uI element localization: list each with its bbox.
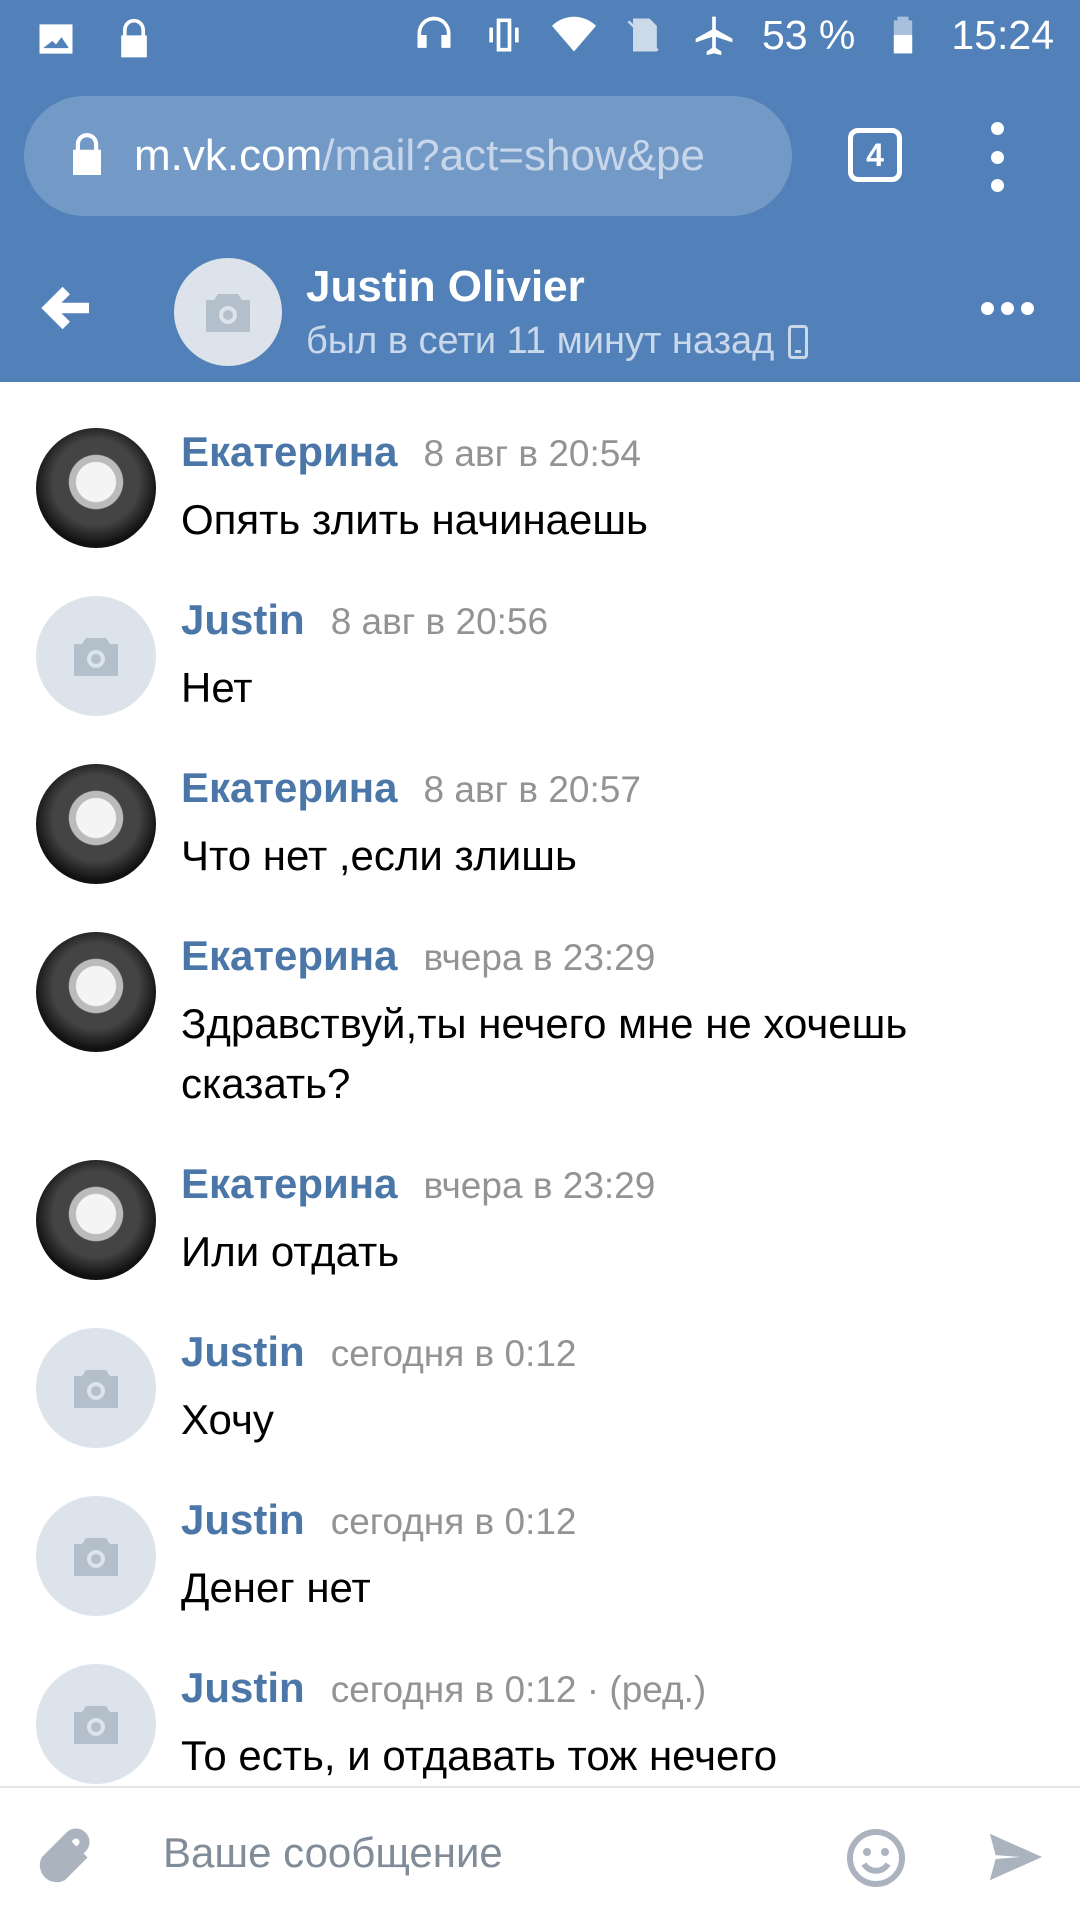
battery-percent: 53 % (761, 11, 856, 58)
avatar[interactable] (174, 258, 282, 366)
smile-icon[interactable] (844, 1826, 908, 1890)
message-author[interactable]: Екатерина (181, 1160, 398, 1208)
message-text: Или отдать (181, 1228, 400, 1275)
message-time: сегодня в 0:12 · (ред.) (330, 1669, 707, 1710)
message-time: 8 авг в 20:56 (330, 601, 549, 642)
paperclip-icon[interactable] (36, 1826, 100, 1890)
message-text: Нет (181, 664, 253, 711)
browser-menu-icon[interactable] (982, 122, 1012, 192)
avatar[interactable] (36, 428, 156, 548)
message-input[interactable] (163, 1818, 803, 1888)
message-text: Что нет ,если злишь (181, 832, 577, 879)
address-bar[interactable]: m.vk.com/mail?act=show&pe (24, 96, 792, 216)
message-list[interactable]: Екатерина 8 авг в 20:54 Опять злить начин… (0, 382, 1080, 1786)
message-text: То есть, и отдавать тож нечего (181, 1732, 778, 1779)
lock-icon (112, 14, 156, 64)
browser-toolbar: m.vk.com/mail?act=show&pe 4 (0, 78, 1080, 240)
message-text: Хочу (181, 1396, 274, 1443)
avatar[interactable] (36, 932, 156, 1052)
avatar[interactable] (36, 1160, 156, 1280)
headphones-icon (412, 10, 456, 60)
url-path: /mail?act=show&pe (322, 131, 705, 180)
message-time: сегодня в 0:12 (330, 1333, 577, 1374)
avatar[interactable] (36, 1664, 156, 1784)
avatar[interactable] (36, 1328, 156, 1448)
camera-icon (74, 1706, 118, 1744)
message-author[interactable]: Justin (181, 1496, 305, 1544)
camera-icon (206, 294, 250, 332)
avatar[interactable] (36, 596, 156, 716)
last-seen-text: был в сети 11 минут назад (306, 320, 775, 362)
battery-icon (881, 10, 925, 60)
tabs-button[interactable]: 4 (848, 128, 902, 182)
message-author[interactable]: Justin (181, 1328, 305, 1376)
message-text: Опять злить начинаешь (181, 496, 648, 543)
contact-name[interactable]: Justin Olivier (306, 262, 585, 312)
lock-icon (70, 132, 104, 180)
clock: 15:24 (951, 11, 1054, 58)
message-time: сегодня в 0:12 (330, 1501, 577, 1542)
message-author[interactable]: Justin (181, 1664, 305, 1712)
avatar[interactable] (36, 1496, 156, 1616)
camera-icon (74, 1370, 118, 1408)
message-author[interactable]: Justin (181, 596, 305, 644)
avatar[interactable] (36, 764, 156, 884)
no-sim-icon (622, 10, 666, 60)
url-text: m.vk.com/mail?act=show&pe (134, 131, 774, 181)
back-arrow-icon[interactable] (40, 280, 104, 344)
mobile-icon (788, 324, 809, 359)
message-composer (0, 1786, 1080, 1920)
contact-status: был в сети 11 минут назад (306, 320, 809, 363)
message-author[interactable]: Екатерина (181, 764, 398, 812)
chat-header: Justin Olivier был в сети 11 минут назад (0, 240, 1080, 382)
message-time: 8 авг в 20:54 (423, 433, 641, 474)
message-text: Здравствуй,ты нечего мне не хочешь сказа… (181, 1000, 908, 1107)
wifi-icon (551, 10, 596, 60)
message-text: Денег нет (181, 1564, 371, 1611)
message-time: вчера в 23:29 (423, 1165, 656, 1206)
status-bar: 53 % 15:24 (0, 0, 1080, 78)
message-time: 8 авг в 20:57 (423, 769, 641, 810)
send-icon[interactable] (984, 1826, 1048, 1890)
message-author[interactable]: Екатерина (181, 932, 398, 980)
message-author[interactable]: Екатерина (181, 428, 398, 476)
vibrate-icon (482, 10, 526, 60)
camera-icon (74, 638, 118, 676)
airplane-icon (692, 10, 736, 60)
message-time: вчера в 23:29 (423, 937, 656, 978)
more-options-icon[interactable] (981, 302, 1034, 315)
image-icon (34, 14, 78, 64)
url-host: m.vk.com (134, 131, 323, 180)
camera-icon (74, 1538, 118, 1576)
